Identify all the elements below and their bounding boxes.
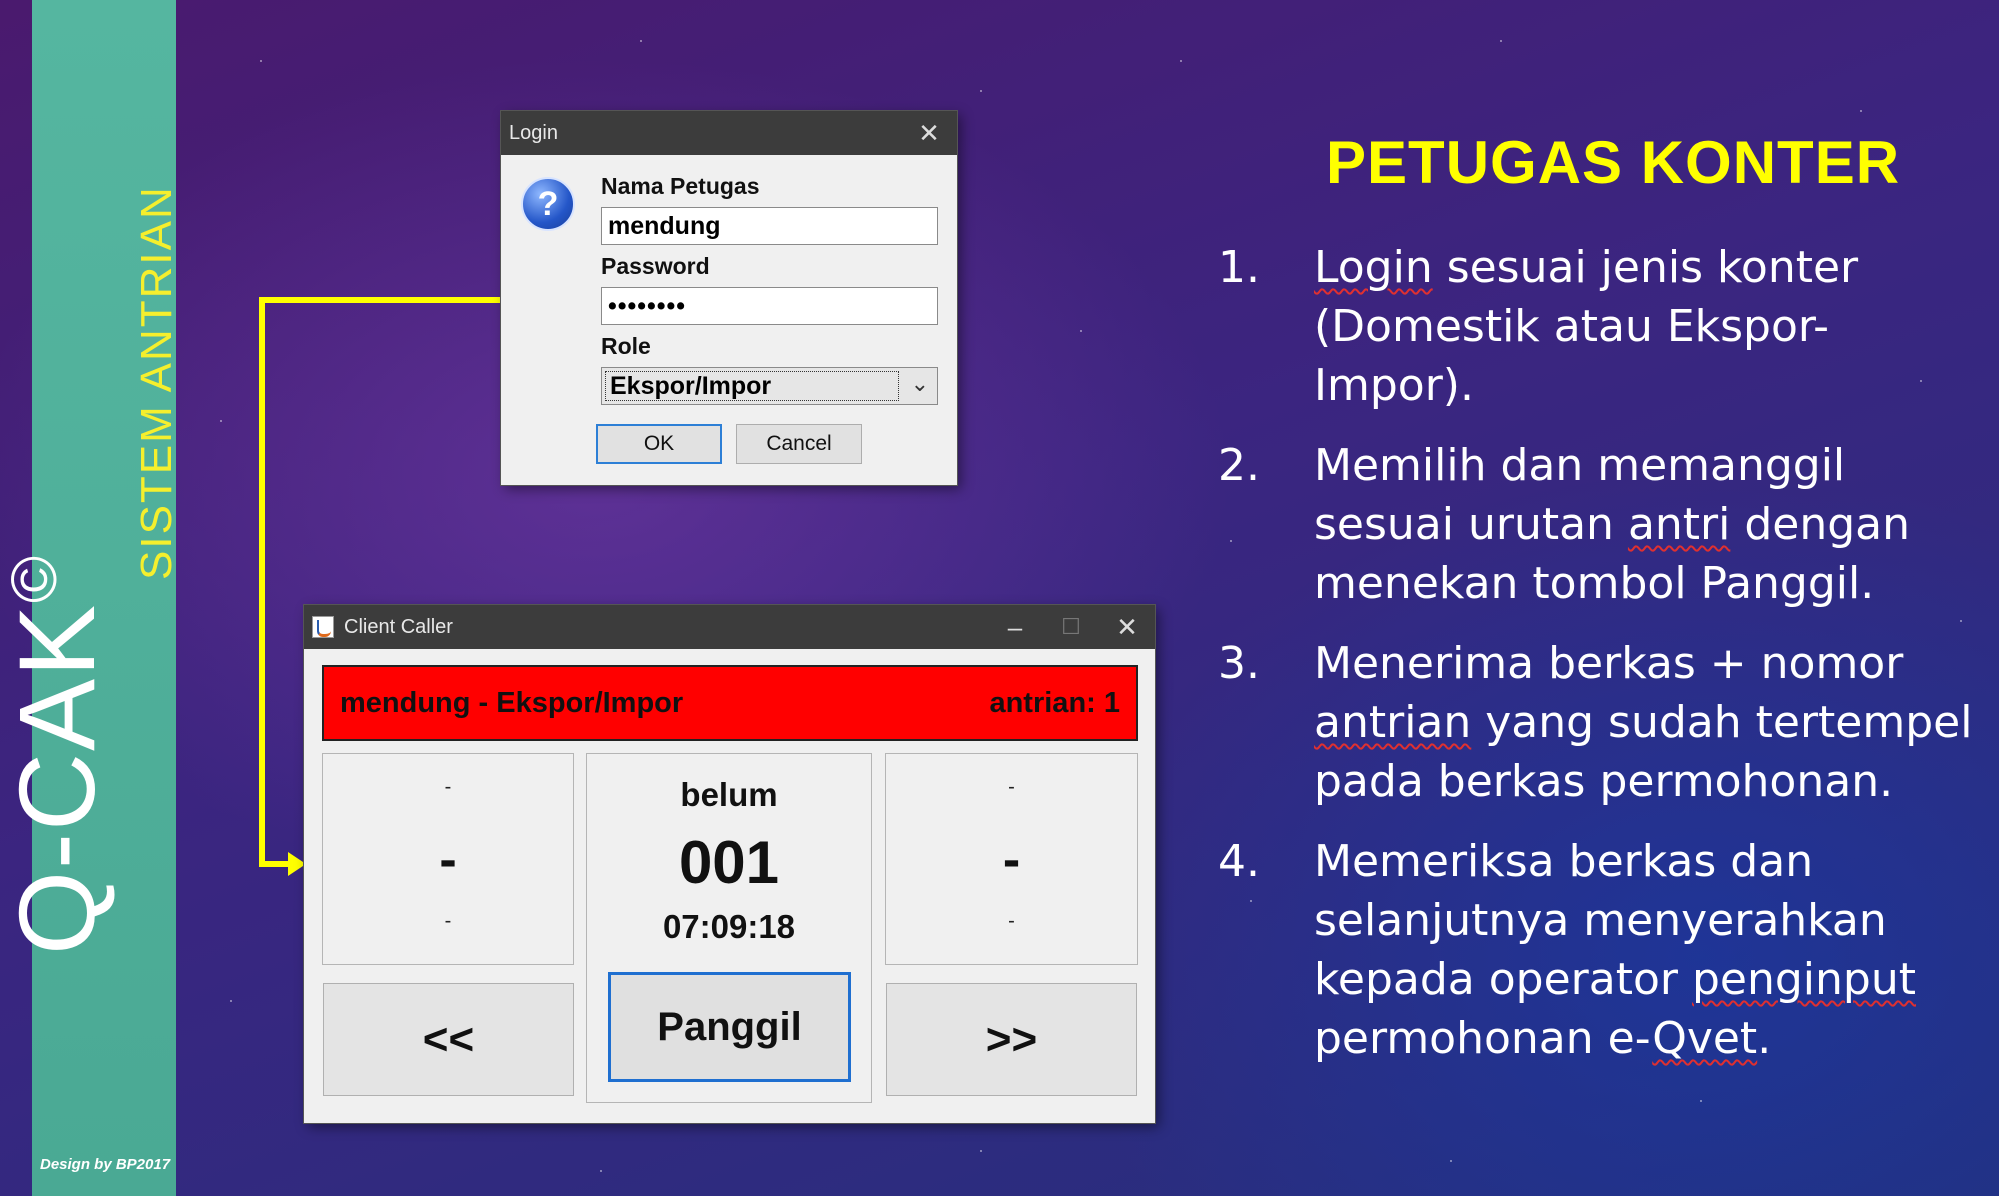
step-number: 2. xyxy=(1218,440,1260,491)
instruction-step: 2. Memilih dan memanggil sesuai urutan a… xyxy=(1218,436,1978,613)
step-number: 4. xyxy=(1218,836,1260,887)
brand-subtitle: SISTEM ANTRIAN xyxy=(132,185,181,580)
copyright-mark: © xyxy=(0,553,70,603)
client-caller-window: Client Caller – ☐ ✕ mendung - Ekspor/Imp… xyxy=(304,605,1155,1123)
previous-button[interactable]: << xyxy=(323,983,574,1096)
role-select[interactable]: Ekspor/Impor ⌄ xyxy=(601,367,938,405)
chevron-down-icon: ⌄ xyxy=(910,372,929,397)
next-button[interactable]: >> xyxy=(886,983,1137,1096)
maximize-icon[interactable]: ☐ xyxy=(1043,605,1099,649)
role-label: Role xyxy=(601,333,651,359)
call-button[interactable]: Panggil xyxy=(608,972,851,1082)
current-number: 001 xyxy=(678,829,780,896)
role-select-value: Ekspor/Impor xyxy=(605,371,899,401)
instruction-step: 3. Menerima berkas + nomor antrian yang … xyxy=(1218,634,1978,811)
password-label: Password xyxy=(601,253,710,279)
previous-time: - xyxy=(444,910,452,932)
previous-status: - xyxy=(444,776,452,798)
password-field[interactable]: •••••••• xyxy=(601,287,938,325)
cancel-button[interactable]: Cancel xyxy=(736,424,862,464)
next-number: - xyxy=(1002,831,1021,889)
step-number: 3. xyxy=(1218,638,1260,689)
next-time: - xyxy=(1008,910,1015,932)
caller-titlebar: Client Caller – ☐ ✕ xyxy=(304,605,1155,649)
current-time: 07:09:18 xyxy=(662,908,796,945)
operator-role-label: mendung - Ekspor/Impor xyxy=(340,687,684,719)
caller-title: Client Caller xyxy=(344,615,453,638)
section-heading: PETUGAS KONTER xyxy=(1326,129,1901,196)
status-bar: mendung - Ekspor/Impor antrian: 1 xyxy=(322,665,1138,741)
current-status: belum xyxy=(680,776,778,813)
design-credit: Design by BP2017 xyxy=(40,1156,171,1173)
step-number: 1. xyxy=(1218,242,1260,293)
name-field[interactable]: mendung xyxy=(601,207,938,245)
login-title: Login xyxy=(509,121,558,144)
help-icon: ? xyxy=(521,177,575,231)
previous-queue-panel: - - - xyxy=(322,753,574,965)
previous-number: - xyxy=(439,831,457,889)
next-status: - xyxy=(1008,776,1015,798)
name-label: Nama Petugas xyxy=(601,173,760,199)
ok-button[interactable]: OK xyxy=(596,424,722,464)
queue-count-label: antrian: 1 xyxy=(989,687,1120,719)
instruction-list: 1. Login sesuai jenis konter (Domestik a… xyxy=(1218,238,1978,1089)
current-queue-panel: belum 001 07:09:18 Panggil xyxy=(586,753,872,1103)
next-queue-panel: - - - xyxy=(885,753,1138,965)
brand-title: Q-CAK© xyxy=(0,553,117,955)
instruction-step: 4. Memeriksa berkas dan selanjutnya meny… xyxy=(1218,832,1978,1068)
login-titlebar: Login ✕ xyxy=(501,111,957,155)
minimize-icon[interactable]: – xyxy=(987,605,1043,649)
sidebar: Q-CAK© SISTEM ANTRIAN xyxy=(0,0,181,1196)
close-icon[interactable]: ✕ xyxy=(1099,605,1155,649)
login-dialog: Login ✕ ? Nama Petugas mendung Password … xyxy=(501,111,957,485)
instruction-step: 1. Login sesuai jenis konter (Domestik a… xyxy=(1218,238,1978,415)
close-icon[interactable]: ✕ xyxy=(901,111,957,155)
java-app-icon xyxy=(312,616,334,638)
